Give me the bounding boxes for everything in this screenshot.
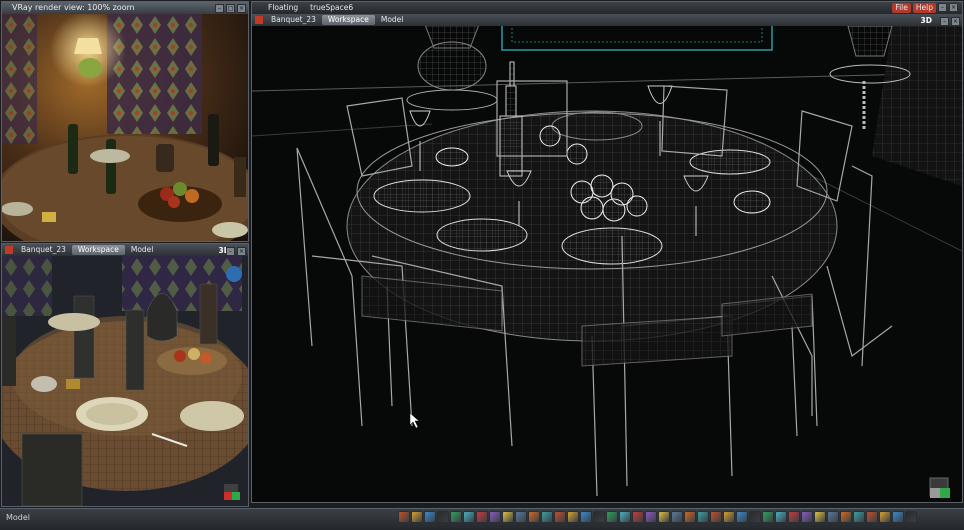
light-icon[interactable]: [515, 511, 527, 523]
texture-icon[interactable]: [541, 511, 553, 523]
close-icon[interactable]: ×: [237, 247, 246, 256]
anim-icon[interactable]: [853, 511, 865, 523]
sweep-icon[interactable]: [658, 511, 670, 523]
axis-gizmo-icon: [224, 484, 240, 500]
tab-scene[interactable]: Banquet_23: [15, 245, 72, 255]
axis-y-icon[interactable]: [697, 511, 709, 523]
wireframe-scene[interactable]: [252, 26, 962, 502]
material-icon[interactable]: [671, 511, 683, 523]
minimize-icon[interactable]: –: [938, 3, 947, 12]
main-viewport-tabbar: Banquet_23 Workspace Model: [252, 14, 962, 26]
render-window-title: VRay render view: 100% zoom: [12, 3, 135, 12]
status-mode: Model: [6, 513, 31, 522]
object-sphere-icon[interactable]: [437, 511, 449, 523]
render-image: [2, 14, 248, 241]
texture-map-icon[interactable]: [788, 511, 800, 523]
group-icon[interactable]: [827, 511, 839, 523]
select-icon[interactable]: [567, 511, 579, 523]
close-icon[interactable]: ×: [951, 17, 960, 26]
object-tool-icon[interactable]: [411, 511, 423, 523]
scale-icon[interactable]: [606, 511, 618, 523]
deform-icon[interactable]: [632, 511, 644, 523]
undo-icon[interactable]: [723, 511, 735, 523]
close-icon[interactable]: ×: [949, 3, 958, 12]
tab-floating[interactable]: Floating: [262, 3, 304, 13]
main-viewport[interactable]: Floating trueSpace6 File Help – × Banque…: [251, 1, 963, 503]
tab-truespace[interactable]: trueSpace6: [304, 3, 359, 13]
snap-icon[interactable]: [762, 511, 774, 523]
scene-icon: [255, 16, 263, 24]
axis-z-icon[interactable]: [710, 511, 722, 523]
cut-icon[interactable]: [398, 511, 410, 523]
tab-workspace[interactable]: Workspace: [71, 245, 125, 255]
scene-icon: [5, 246, 13, 254]
camera-icon[interactable]: [528, 511, 540, 523]
plane-icon[interactable]: [502, 511, 514, 523]
playback-icon[interactable]: [866, 511, 878, 523]
mirror-icon[interactable]: [801, 511, 813, 523]
layers-icon[interactable]: [840, 511, 852, 523]
cube-icon[interactable]: [463, 511, 475, 523]
tab-scene[interactable]: Banquet_23: [265, 15, 322, 25]
small-viewport-tabbar: Banquet_23 Workspace Model: [2, 244, 248, 256]
menu-file[interactable]: File: [892, 3, 911, 13]
tab-model[interactable]: Model: [375, 15, 410, 25]
close-scene-icon[interactable]: [905, 511, 917, 523]
rotate-icon[interactable]: [593, 511, 605, 523]
maximize-icon[interactable]: □: [226, 4, 235, 13]
render-window: VRay render view: 100% zoom – □ ×: [1, 1, 249, 242]
close-icon[interactable]: ×: [237, 4, 246, 13]
redo-icon[interactable]: [736, 511, 748, 523]
top-tabbar: Floating trueSpace6 File Help – ×: [252, 2, 962, 14]
tab-workspace[interactable]: Workspace: [321, 15, 375, 25]
tab-model[interactable]: Model: [125, 245, 160, 255]
toolbar-icon-strip: [398, 511, 917, 523]
copy-icon[interactable]: [814, 511, 826, 523]
record-icon[interactable]: [879, 511, 891, 523]
grid-icon[interactable]: [749, 511, 761, 523]
menu-help[interactable]: Help: [912, 3, 936, 13]
minimize-icon[interactable]: –: [940, 17, 949, 26]
boolean-icon[interactable]: [619, 511, 631, 523]
axis-x-icon[interactable]: [684, 511, 696, 523]
cone-icon[interactable]: [476, 511, 488, 523]
bottom-toolbar: Model: [0, 508, 964, 530]
minimize-icon[interactable]: –: [215, 4, 224, 13]
torus-icon[interactable]: [450, 511, 462, 523]
small-viewport-canvas[interactable]: [2, 256, 248, 506]
render-window-titlebar[interactable]: VRay render view: 100% zoom – □ ×: [2, 2, 248, 14]
render-icon[interactable]: [554, 511, 566, 523]
axis-gizmo-icon: [929, 477, 950, 498]
cylinder-icon[interactable]: [489, 511, 501, 523]
small-viewport[interactable]: Banquet_23 Workspace Model 3D – ×: [1, 243, 249, 507]
paint-bucket-icon[interactable]: [775, 511, 787, 523]
render-region-icon[interactable]: [892, 511, 904, 523]
minimize-icon[interactable]: –: [226, 247, 235, 256]
lathe-icon[interactable]: [645, 511, 657, 523]
view-3d-badge: 3D: [920, 16, 932, 25]
move-icon[interactable]: [580, 511, 592, 523]
paint-icon[interactable]: [424, 511, 436, 523]
